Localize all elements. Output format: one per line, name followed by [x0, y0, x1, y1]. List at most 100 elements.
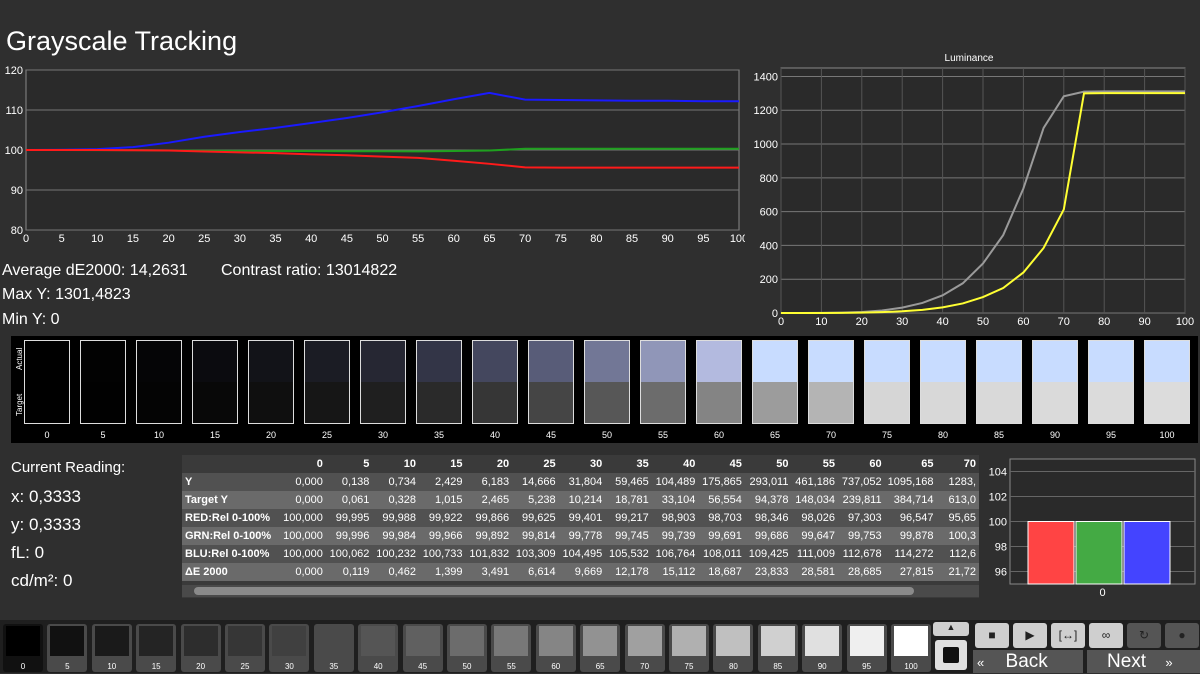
- table-cell: 103,309: [512, 545, 559, 563]
- measurement-table[interactable]: 0 5 10 15 20 25 30 35 40 45 50 55 60 65 70 Y 0,000 0,138 0…: [182, 455, 979, 598]
- table-cell: 112,678: [838, 545, 885, 563]
- table-cell: 6,614: [512, 563, 559, 581]
- swatch-target: [865, 382, 909, 423]
- patch-label: 0: [20, 662, 26, 671]
- circle-icon: ●: [1178, 628, 1186, 642]
- table-cell: 109,425: [744, 545, 792, 563]
- patch-color: [760, 626, 795, 656]
- reading-fl: fL: 0: [11, 543, 45, 562]
- swatch-label: 10: [153, 430, 164, 440]
- patch-color: [94, 626, 129, 656]
- table-cell: 15,112: [651, 563, 699, 581]
- corner-cell: [182, 455, 280, 473]
- table-cell: 1,015: [418, 491, 466, 509]
- x-tick-label: 20: [856, 316, 868, 328]
- stop-button[interactable]: ■: [975, 623, 1009, 648]
- column-header: 40: [651, 455, 699, 473]
- table-cell: 10,214: [558, 491, 606, 509]
- back-arrow-icon: «: [977, 655, 985, 670]
- patch-button-30[interactable]: 30: [269, 624, 310, 672]
- table-cell: 100,000: [279, 509, 326, 527]
- patch-button-90[interactable]: 90: [802, 624, 843, 672]
- patch-button-60[interactable]: 60: [535, 624, 576, 672]
- table-cell: 99,892: [465, 527, 513, 545]
- table-cell: 0,000: [279, 473, 326, 491]
- patch-button-20[interactable]: 20: [180, 624, 221, 672]
- patch-button-15[interactable]: 15: [136, 624, 177, 672]
- swatch-target: [417, 382, 461, 423]
- swatch-label: 90: [1049, 430, 1060, 440]
- x-tick-label: 60: [1017, 316, 1029, 328]
- current-reading: Current Reading: x: 0,3333 y: 0,3333 fL:…: [11, 459, 171, 599]
- x-tick-label: 70: [519, 233, 531, 245]
- table-cell: 5,238: [512, 491, 559, 509]
- next-arrow-icon: »: [1165, 655, 1173, 670]
- table-cell: 56,554: [698, 491, 745, 509]
- table-scrollbar[interactable]: [182, 585, 979, 597]
- patch-button-55[interactable]: 55: [491, 624, 532, 672]
- swatch-55: [640, 340, 686, 424]
- swatch-label: 70: [825, 430, 836, 440]
- table-cell: 9,669: [558, 563, 606, 581]
- patch-button-70[interactable]: 70: [624, 624, 665, 672]
- table-cell: 100,3: [936, 527, 979, 545]
- circle-button[interactable]: ●: [1165, 623, 1199, 648]
- swatch-40: [472, 340, 518, 424]
- x-tick-label: 25: [198, 233, 210, 245]
- swatch-actual: [921, 341, 965, 382]
- scroll-up-button[interactable]: ▲: [933, 622, 969, 636]
- patch-label: 35: [329, 662, 339, 671]
- table-cell: 99,686: [744, 527, 792, 545]
- target-label: Target: [15, 393, 24, 416]
- stop-icon: ■: [988, 628, 996, 642]
- table-cell: 94,378: [744, 491, 792, 509]
- play-button[interactable]: ▶: [1013, 623, 1047, 648]
- patch-button-25[interactable]: 25: [225, 624, 265, 672]
- patch-button-50[interactable]: 50: [447, 624, 487, 672]
- table-cell: 95,65: [936, 509, 979, 527]
- patch-button-80[interactable]: 80: [713, 624, 754, 672]
- swatch-target: [361, 382, 405, 423]
- patch-label: 80: [728, 662, 738, 671]
- y-tick-label: 110: [5, 105, 23, 117]
- patch-color: [6, 626, 40, 656]
- x-tick-label: 80: [590, 233, 602, 245]
- swatch-target: [697, 382, 741, 423]
- patch-button-100[interactable]: 100: [891, 624, 931, 672]
- patch-button-0[interactable]: 0: [3, 624, 43, 672]
- swatch-actual: [249, 341, 293, 382]
- patch-button-65[interactable]: 65: [580, 624, 621, 672]
- swatch-target: [81, 382, 125, 423]
- column-header: 5: [325, 455, 373, 473]
- stop-record-button[interactable]: [935, 640, 967, 670]
- patch-button-75[interactable]: 75: [669, 624, 709, 672]
- table-cell: 175,865: [698, 473, 745, 491]
- play-icon: ▶: [1025, 628, 1035, 642]
- loop-bracket-button[interactable]: [↔]: [1051, 623, 1085, 648]
- patch-button-5[interactable]: 5: [47, 624, 88, 672]
- swatch-35: [416, 340, 462, 424]
- patch-button-40[interactable]: 40: [358, 624, 399, 672]
- back-button[interactable]: « Back: [973, 650, 1083, 673]
- patch-button-45[interactable]: 45: [402, 624, 443, 672]
- bar-0: [1027, 521, 1075, 585]
- patch-button-10[interactable]: 10: [91, 624, 132, 672]
- next-button[interactable]: Next »: [1087, 650, 1200, 673]
- patch-button-35[interactable]: 35: [313, 624, 354, 672]
- swatch-actual: [977, 341, 1021, 382]
- swatch-label: 40: [489, 430, 500, 440]
- table-cell: 2,465: [465, 491, 513, 509]
- patch-button-85[interactable]: 85: [757, 624, 798, 672]
- infinity-button[interactable]: ∞: [1089, 623, 1123, 648]
- patch-label: 5: [65, 662, 70, 671]
- x-tick-label: 0: [778, 316, 784, 328]
- table-cell: 100,000: [279, 545, 326, 563]
- scrollbar-thumb[interactable]: [194, 587, 914, 595]
- refresh-button[interactable]: ↻: [1127, 623, 1161, 648]
- swatch-target: [977, 382, 1021, 423]
- x-tick-label: 100: [1176, 316, 1194, 328]
- patch-button-95[interactable]: 95: [846, 624, 887, 672]
- table-row: BLU:Rel 0-100% 100,000 100,062 100,232 100,7…: [182, 545, 979, 563]
- x-tick-label: 40: [305, 233, 317, 245]
- swatch-label: 25: [321, 430, 332, 440]
